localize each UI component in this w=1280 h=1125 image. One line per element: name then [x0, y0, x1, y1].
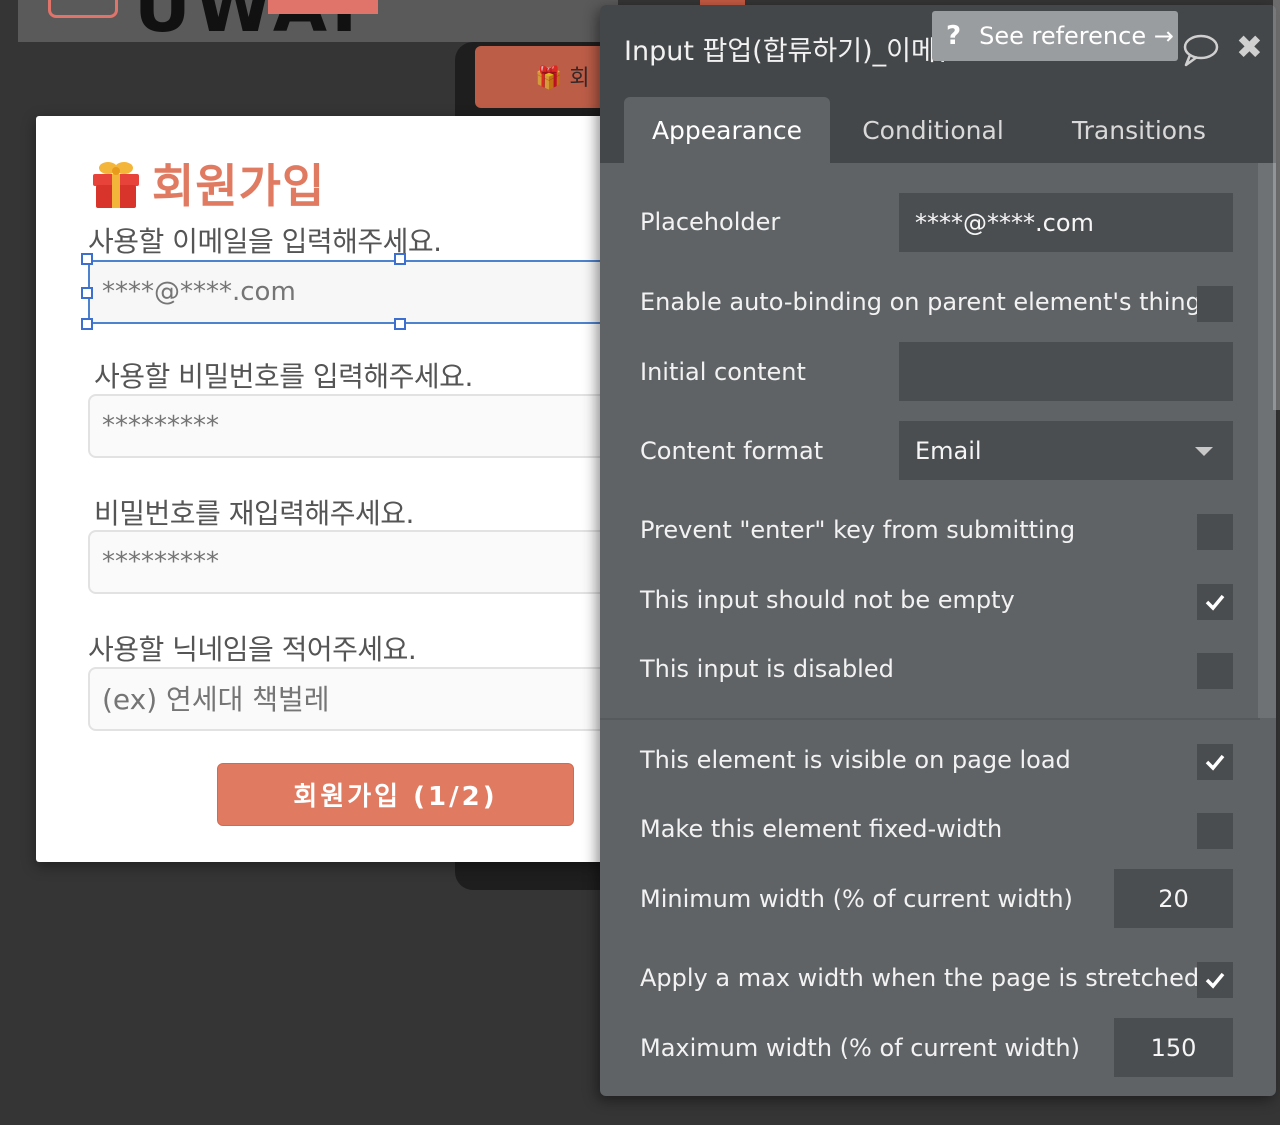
- disabled-label: This input is disabled: [640, 655, 894, 683]
- autobinding-checkbox[interactable]: [1197, 286, 1233, 322]
- password-input[interactable]: [88, 394, 636, 458]
- initial-content-field[interactable]: [899, 342, 1233, 401]
- autobinding-label: Enable auto-binding on parent element's …: [640, 288, 1201, 316]
- password-confirm-label: 비밀번호를 재입력해주세요.: [94, 497, 414, 530]
- property-editor-panel: Input 팝업(합류하기)_이메일 ? See reference → ✖ A…: [600, 5, 1276, 1096]
- close-icon[interactable]: ✖: [1236, 31, 1263, 63]
- visible-on-load-label: This element is visible on page load: [640, 746, 1071, 774]
- selection-handle[interactable]: [81, 287, 93, 299]
- comment-icon[interactable]: [1182, 33, 1220, 67]
- nickname-input[interactable]: [88, 667, 636, 731]
- fixed-width-label: Make this element fixed-width: [640, 815, 1003, 843]
- editor-title: Input 팝업(합류하기)_이메일: [624, 36, 944, 67]
- canvas-header-strip: UWAI: [18, 0, 618, 48]
- content-format-value: Email: [915, 436, 982, 465]
- initial-content-label: Initial content: [640, 358, 806, 386]
- checkmark-icon: [1205, 594, 1225, 611]
- selection-handle[interactable]: [81, 253, 93, 265]
- tab-conditional[interactable]: Conditional: [830, 97, 1036, 163]
- signup-submit-button[interactable]: 회원가입 (1/2): [217, 763, 574, 826]
- fixed-width-checkbox[interactable]: [1197, 813, 1233, 849]
- checkmark-icon: [1205, 754, 1225, 771]
- page-scrollbar[interactable]: [1273, 0, 1280, 410]
- min-width-field[interactable]: 20: [1114, 869, 1233, 928]
- prevent-enter-checkbox[interactable]: [1197, 514, 1233, 550]
- placeholder-label: Placeholder: [640, 208, 781, 236]
- signup-popup: 회원가입 사용할 이메일을 입력해주세요. 사용할 비밀번호를 입력해주세요. …: [36, 116, 636, 862]
- see-reference-label: See reference →: [979, 22, 1174, 50]
- editor-header: Input 팝업(합류하기)_이메일 ? See reference → ✖ A…: [600, 5, 1276, 163]
- max-width-label: Maximum width (% of current width): [640, 1034, 1080, 1062]
- max-width-apply-checkbox[interactable]: [1197, 962, 1233, 998]
- selection-handle[interactable]: [394, 253, 406, 265]
- visible-on-load-checkbox[interactable]: [1197, 744, 1233, 780]
- logo-speech-bubble-icon: [48, 0, 118, 18]
- section-divider: [600, 718, 1260, 720]
- nickname-label: 사용할 닉네임을 적어주세요.: [88, 633, 417, 666]
- content-format-label: Content format: [640, 437, 824, 465]
- gift-icon: [93, 162, 139, 208]
- prevent-enter-label: Prevent "enter" key from submitting: [640, 516, 1076, 544]
- not-empty-label: This input should not be empty: [640, 586, 1015, 614]
- max-width-apply-label: Apply a max width when the page is stret…: [640, 964, 1200, 992]
- selection-handle[interactable]: [394, 318, 406, 330]
- logo-accent-bar: [268, 0, 378, 14]
- chevron-down-icon: [1195, 447, 1213, 456]
- editor-tabs: Appearance Conditional Transitions: [624, 97, 1242, 163]
- popup-title-text: 회원가입: [152, 159, 326, 213]
- tab-appearance[interactable]: Appearance: [624, 97, 830, 163]
- email-input[interactable]: [88, 260, 636, 324]
- max-width-field[interactable]: 150: [1114, 1018, 1233, 1077]
- password-confirm-input[interactable]: [88, 530, 636, 594]
- question-icon: ?: [946, 21, 962, 51]
- see-reference-button[interactable]: ? See reference →: [932, 11, 1178, 61]
- email-label: 사용할 이메일을 입력해주세요.: [88, 225, 442, 258]
- disabled-checkbox[interactable]: [1197, 653, 1233, 689]
- selection-handle[interactable]: [81, 318, 93, 330]
- tab-transitions[interactable]: Transitions: [1036, 97, 1242, 163]
- checkmark-icon: [1205, 972, 1225, 989]
- content-format-dropdown[interactable]: Email: [899, 421, 1233, 480]
- password-label: 사용할 비밀번호를 입력해주세요.: [94, 360, 473, 393]
- not-empty-checkbox[interactable]: [1197, 584, 1233, 620]
- min-width-label: Minimum width (% of current width): [640, 885, 1073, 913]
- placeholder-field[interactable]: ****@****.com: [899, 193, 1233, 252]
- popup-title: 회원가입: [88, 150, 325, 216]
